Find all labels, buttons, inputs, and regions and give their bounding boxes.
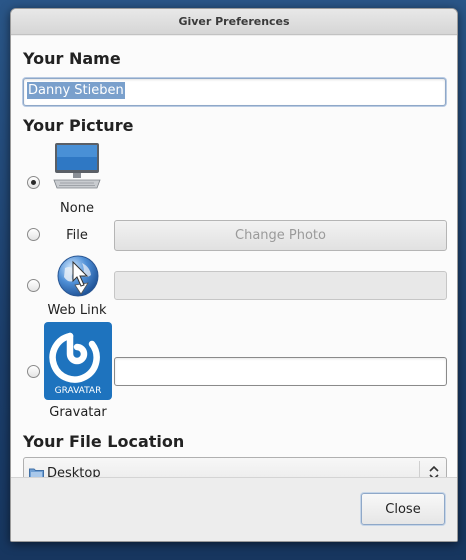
location-section-title: Your File Location bbox=[23, 432, 185, 451]
radio-gravatar[interactable] bbox=[27, 365, 40, 378]
radio-web-link[interactable] bbox=[27, 279, 40, 292]
web-link-input[interactable] bbox=[114, 271, 447, 300]
dialog-footer: Close bbox=[11, 477, 457, 541]
option-label-file: File bbox=[66, 228, 88, 243]
radio-file[interactable] bbox=[27, 228, 40, 241]
option-label-web-link: Web Link bbox=[47, 303, 107, 318]
picture-section-title: Your Picture bbox=[23, 116, 134, 135]
name-input[interactable]: Danny Stieben bbox=[23, 78, 446, 106]
svg-text:GRAVATAR: GRAVATAR bbox=[55, 386, 102, 396]
dialog-content: Your Name Danny Stieben Your Picture Non… bbox=[11, 36, 457, 541]
name-input-value: Danny Stieben bbox=[27, 82, 125, 99]
preferences-window: Giver Preferences Your Name Danny Stiebe… bbox=[10, 8, 458, 542]
window-titlebar[interactable]: Giver Preferences bbox=[11, 9, 457, 35]
name-section-title: Your Name bbox=[23, 49, 121, 68]
web-globe-icon bbox=[57, 255, 99, 297]
computer-monitor-icon bbox=[53, 143, 101, 189]
change-photo-button[interactable]: Change Photo bbox=[114, 220, 447, 251]
close-button[interactable]: Close bbox=[361, 493, 445, 525]
radio-none[interactable] bbox=[27, 176, 40, 189]
option-label-gravatar: Gravatar bbox=[49, 405, 107, 420]
window-title: Giver Preferences bbox=[178, 15, 290, 28]
gravatar-logo-icon: GRAVATAR bbox=[44, 322, 112, 400]
gravatar-email-input[interactable] bbox=[114, 357, 447, 386]
option-label-none: None bbox=[60, 201, 94, 216]
